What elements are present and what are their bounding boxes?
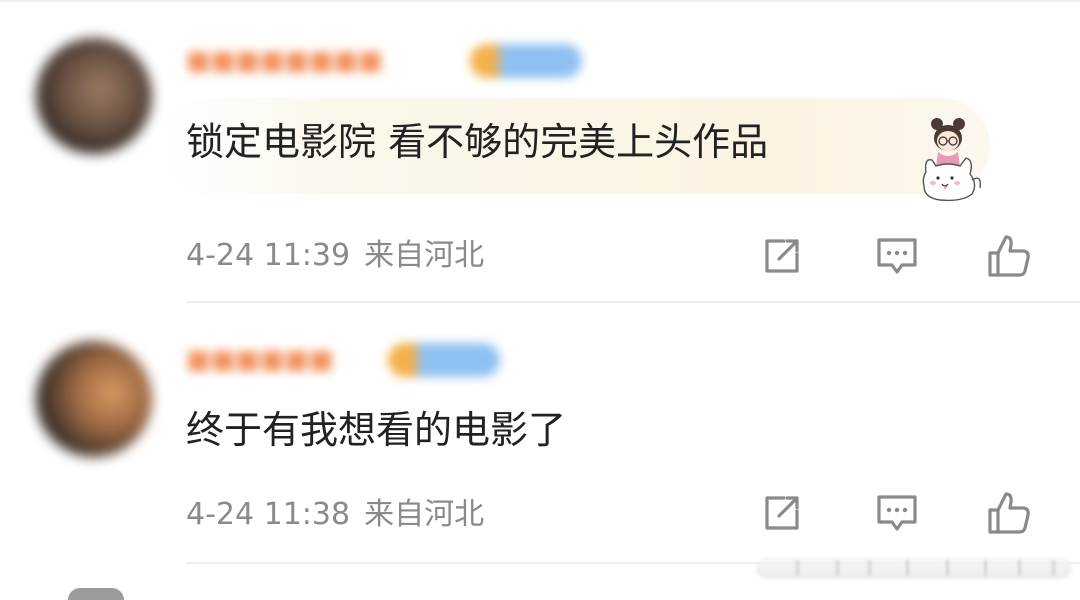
scroll-indicator [756,557,1072,579]
avatar[interactable] [36,38,152,154]
username[interactable]: ■■■■■■■■ [186,44,383,78]
comment-location: 来自河北 [364,497,485,532]
comment-text: 终于有我想看的电影了 [186,408,567,452]
comment-icon [877,238,917,274]
username[interactable]: ■■■■■■ [186,343,333,377]
reply-button[interactable] [873,489,921,537]
comment-meta: 4-24 11:39 来自河北 [186,238,484,274]
avatar[interactable] [36,341,152,457]
like-button[interactable] [985,489,1033,537]
repost-button[interactable] [758,232,806,280]
repost-icon [765,239,799,273]
comment-item: ■■■■■■■■ 锁定电影院 看不够的完美上头作品 4-24 11:39 来自河北 [0,0,1080,303]
repost-icon [765,496,799,530]
comment-item: ■■■■■■ 终于有我想看的电影了 4-24 11:38 来自河北 [0,303,1080,565]
repost-button[interactable] [758,489,806,537]
thumbs-up-icon [988,492,1030,534]
next-comment-avatar [68,588,124,600]
comment-time: 4-24 11:39 [186,238,351,273]
like-button[interactable] [985,232,1033,280]
comment-text: 锁定电影院 看不够的完美上头作品 [186,120,769,164]
user-badge [470,44,582,78]
comment-meta: 4-24 11:38 来自河北 [186,497,484,533]
comment-time: 4-24 11:38 [186,497,351,532]
comment-location: 来自河北 [364,238,485,273]
sticker-girl-and-cat-icon [922,118,982,202]
comment-icon [877,495,917,531]
thumbs-up-icon [988,235,1030,277]
reply-button[interactable] [873,232,921,280]
user-badge [388,343,500,377]
